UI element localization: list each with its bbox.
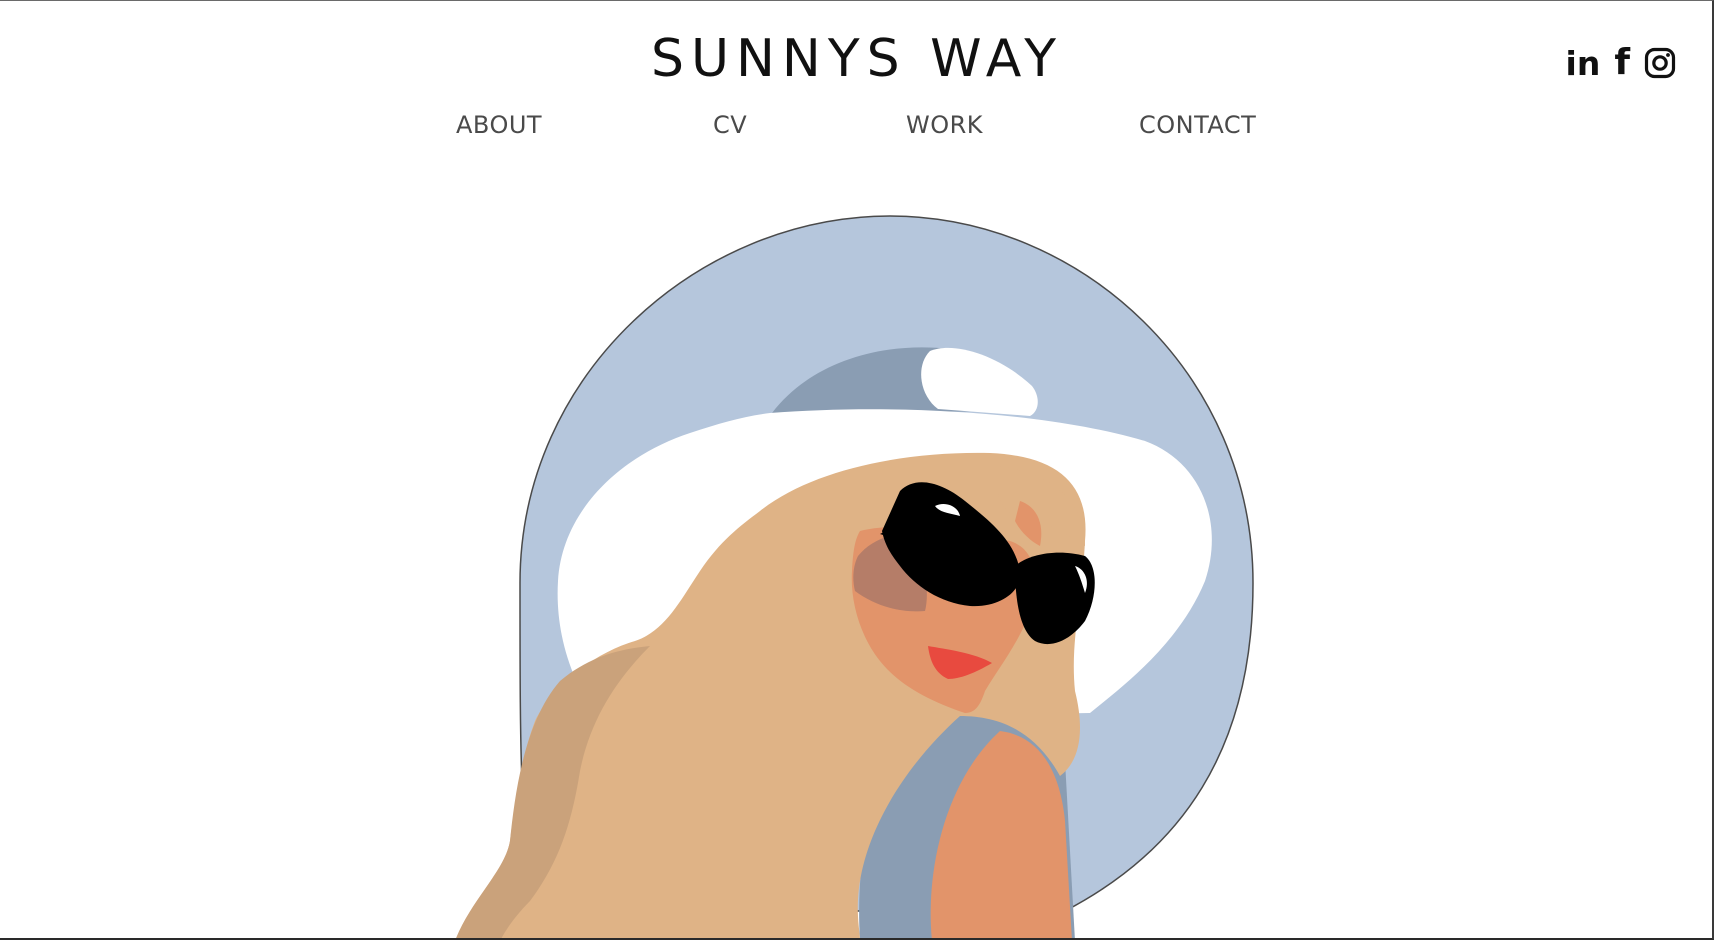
page: SUNNYS WAY ABOUT CV WORK CONTACT in f: [0, 0, 1714, 940]
hero-illustration: [456, 215, 1254, 938]
